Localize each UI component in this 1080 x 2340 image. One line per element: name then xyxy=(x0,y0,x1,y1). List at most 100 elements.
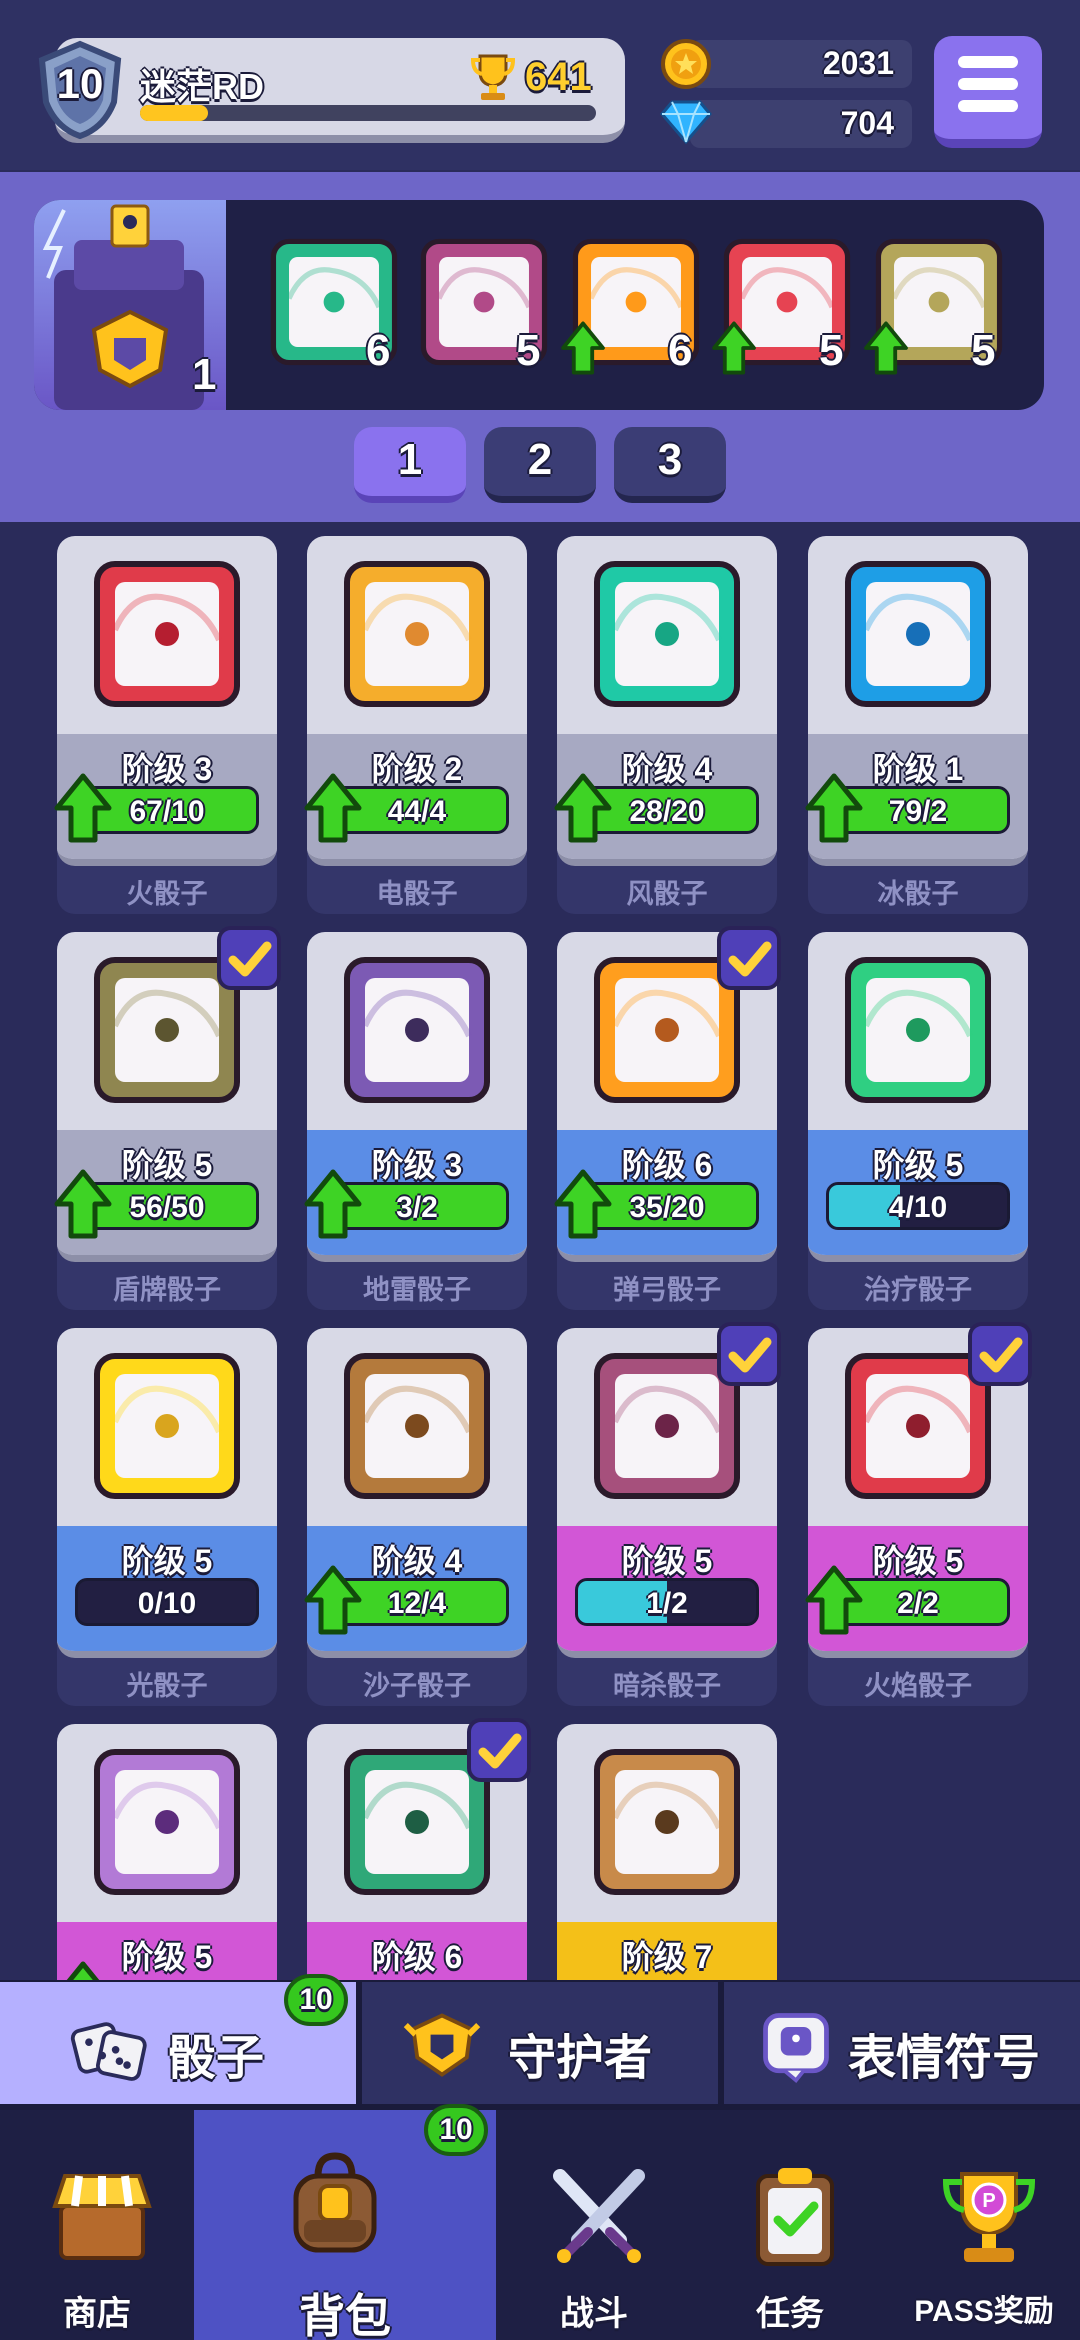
tab-guardian-shield[interactable]: 守护者 xyxy=(362,1982,718,2104)
deck-die-slot[interactable]: 6 xyxy=(561,238,700,375)
deck-die-count: 6 xyxy=(366,326,391,375)
dice-card[interactable]: 阶级 3 67/10 火骰子 xyxy=(54,536,277,914)
dice-card-body: 阶级 7 xyxy=(557,1724,777,1980)
deck-page-3-button[interactable]: 3 xyxy=(614,427,726,503)
in-deck-check-badge xyxy=(217,926,281,990)
dice-name: 火焰骰子 xyxy=(864,1671,972,1701)
dice-name: 冰骰子 xyxy=(877,879,959,909)
dice-face-icon xyxy=(594,561,740,707)
gem-balance[interactable]: 704 xyxy=(690,100,912,148)
dice-grade: 阶级 6 xyxy=(371,1939,463,1975)
nav-backpack[interactable]: 背包 10 xyxy=(194,2104,496,2340)
dice-card[interactable]: 阶级 6 xyxy=(307,1718,531,1980)
dice-progress-text: 4/10 xyxy=(888,1191,948,1224)
dice-progress-bar: 0/10 xyxy=(75,1578,259,1626)
upgrade-arrow-icon xyxy=(54,773,112,843)
dice-inventory: 阶级 3 67/10 火骰子 阶级 2 44/4 电骰子 阶级 4 28/20 风骰子 阶级 17… xyxy=(0,522,1080,1980)
svg-text:P: P xyxy=(982,2190,995,2212)
deck-die-slot[interactable]: 5 xyxy=(420,238,548,375)
dice-card[interactable]: 阶级 5 xyxy=(57,1724,277,1980)
dice-card[interactable]: 阶级 5 4/10 治疗骰子 xyxy=(808,932,1028,1310)
nav-label: 背包 xyxy=(299,2290,391,2340)
upgrade-arrow-icon xyxy=(805,773,863,843)
xp-bar-fill xyxy=(140,105,209,121)
deck-page-2-button[interactable]: 2 xyxy=(484,427,596,503)
dice-card[interactable]: 阶级 3 3/2 地雷骰子 xyxy=(304,932,527,1310)
dice-name: 电骰子 xyxy=(376,879,458,909)
in-deck-check-badge xyxy=(717,926,781,990)
tab-dice[interactable]: 骰子 10 xyxy=(0,1974,356,2104)
dice-face-icon xyxy=(94,561,240,707)
dice-name: 地雷骰子 xyxy=(363,1275,471,1305)
clipboard-icon xyxy=(756,2168,834,2266)
dice-name: 弹弓骰子 xyxy=(613,1275,721,1305)
upgrade-arrow-icon xyxy=(712,321,756,375)
dice-card[interactable]: 阶级 5 1/2 暗杀骰子 xyxy=(557,1322,781,1706)
deck-die-slot[interactable]: 6 xyxy=(270,238,398,375)
deck-die-count: 6 xyxy=(668,326,693,375)
deck-page-label: 1 xyxy=(397,435,423,484)
new-count-badge: 10 xyxy=(284,1974,348,2026)
tab-emote[interactable]: 表情符号 xyxy=(724,1982,1080,2104)
dice-face-icon xyxy=(594,1749,740,1895)
upgrade-arrow-icon xyxy=(304,1169,362,1239)
upgrade-arrow-icon xyxy=(304,1565,362,1635)
dice-card[interactable]: 阶级 4 28/20 风骰子 xyxy=(554,536,777,914)
nav-label: PASS奖励 xyxy=(914,2295,1054,2328)
in-deck-check-badge xyxy=(467,1718,531,1782)
dice-face-icon xyxy=(344,957,490,1103)
deck-die-slot[interactable]: 5 xyxy=(864,238,1003,375)
deck-die-count: 5 xyxy=(819,326,844,375)
dice-card[interactable]: 阶级 2 44/4 电骰子 xyxy=(304,536,527,914)
menu-button[interactable] xyxy=(934,36,1042,148)
checkmark-icon xyxy=(728,941,772,977)
dice-card[interactable]: 阶级 7 xyxy=(557,1724,777,1980)
upgrade-arrow-icon xyxy=(561,321,605,375)
new-count-badge: 10 xyxy=(424,2104,488,2156)
menu-icon xyxy=(958,56,1018,68)
dice-card[interactable]: 阶级 5 2/2 火焰骰子 xyxy=(805,1322,1032,1706)
coin-balance[interactable]: 2031 xyxy=(690,40,912,88)
dice-face-icon xyxy=(94,1749,240,1895)
dice-card[interactable]: 阶级 6 35/20 弹弓骰子 xyxy=(554,926,781,1310)
xp-bar xyxy=(140,105,596,121)
dice-grade: 阶级 5 xyxy=(621,1543,713,1579)
dice-card-body: 阶级 5 xyxy=(57,1724,277,1980)
dice-progress-text: 1/2 xyxy=(646,1587,688,1620)
dice-name: 沙子骰子 xyxy=(363,1671,471,1701)
dice-card[interactable]: 阶级 5 0/10 光骰子 xyxy=(57,1328,277,1706)
deck-page-label: 2 xyxy=(527,435,553,484)
coin-icon xyxy=(661,39,711,89)
nav-swords[interactable]: 战斗 xyxy=(496,2110,692,2340)
nav-shop[interactable]: 商店 xyxy=(0,2110,194,2340)
checkmark-icon xyxy=(728,1337,772,1373)
dice-card-body: 阶级 5 4/10 xyxy=(808,932,1028,1262)
deck-page-label: 3 xyxy=(657,435,683,484)
dice-face-icon xyxy=(845,561,991,707)
deck-die-slot[interactable]: 5 xyxy=(712,238,851,375)
in-deck-check-badge xyxy=(717,1322,781,1386)
checkmark-icon xyxy=(979,1337,1023,1373)
player-level: 10 xyxy=(56,60,104,107)
nav-pass-trophy[interactable]: P PASS奖励 xyxy=(888,2110,1080,2340)
pass-trophy-icon: P xyxy=(942,2172,1036,2262)
nav-label: 战斗 xyxy=(560,2295,628,2333)
dice-progress-bar: 1/2 xyxy=(575,1578,759,1626)
player-name: 迷茫RD xyxy=(140,66,264,107)
dice-card[interactable]: 阶级 4 12/4 沙子骰子 xyxy=(304,1328,527,1706)
guardian-slot[interactable]: 1 xyxy=(34,200,226,410)
emote-icon xyxy=(763,2013,829,2083)
dice-progress-text: 0/10 xyxy=(137,1587,197,1620)
dice-name: 暗杀骰子 xyxy=(613,1671,721,1701)
guardian-shield-icon xyxy=(403,2013,481,2077)
deck-area: 1 6 5 6 5 5 1 2 3 xyxy=(0,172,1080,522)
upgrade-arrow-icon xyxy=(864,321,908,375)
dice-card[interactable]: 阶级 1 79/2 冰骰子 xyxy=(805,536,1028,914)
dice-card[interactable]: 阶级 5 56/50 盾牌骰子 xyxy=(54,926,281,1310)
deck-page-1-button[interactable]: 1 xyxy=(354,427,466,503)
backpack-icon xyxy=(293,2152,377,2253)
dice-name: 火骰子 xyxy=(126,879,208,909)
upgrade-arrow-icon xyxy=(554,773,612,843)
dice-name: 风骰子 xyxy=(626,879,708,909)
nav-clipboard[interactable]: 任务 xyxy=(692,2110,888,2340)
